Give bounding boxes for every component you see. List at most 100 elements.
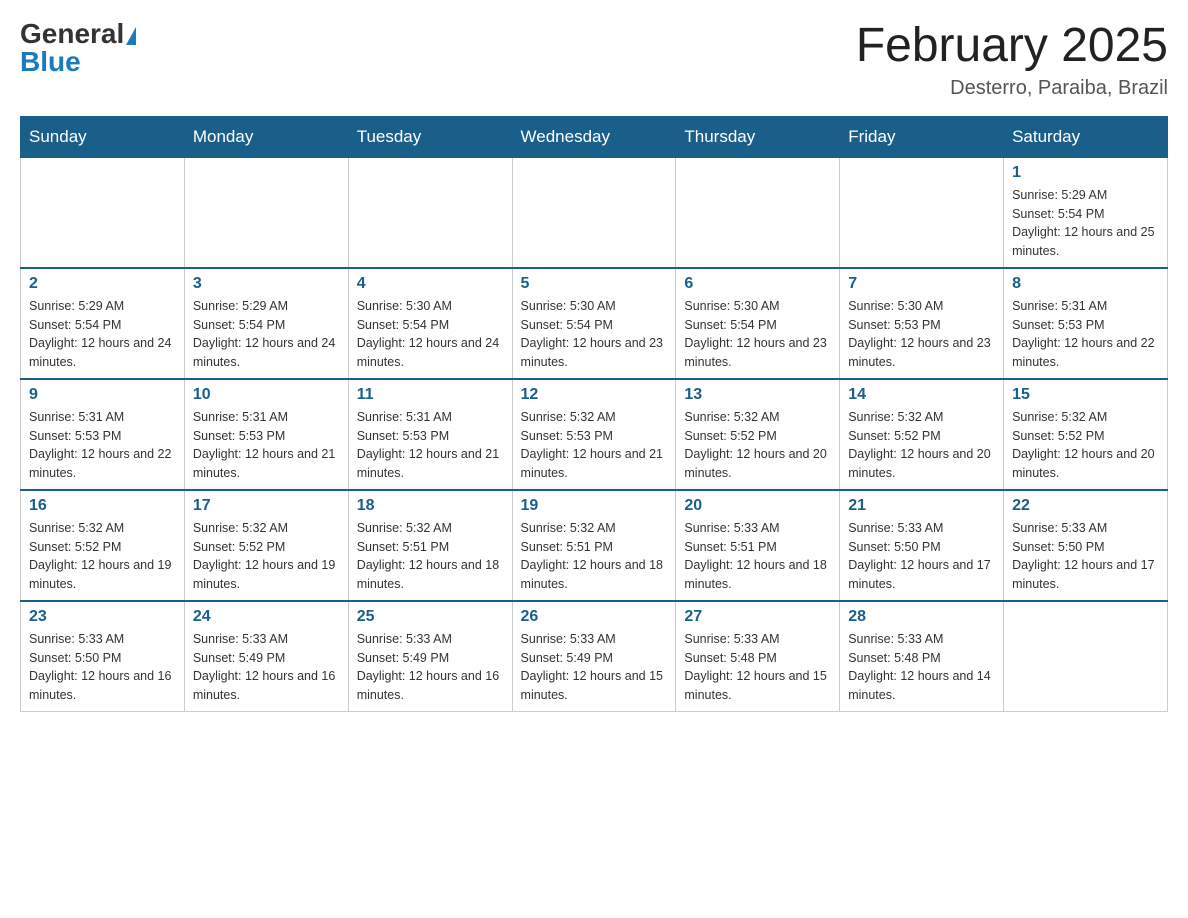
calendar-cell: 26 Sunrise: 5:33 AMSunset: 5:49 PMDayligh… [512,601,676,712]
day-info: Sunrise: 5:29 AMSunset: 5:54 PMDaylight:… [193,297,340,372]
calendar-cell: 24 Sunrise: 5:33 AMSunset: 5:49 PMDayligh… [184,601,348,712]
day-info: Sunrise: 5:33 AMSunset: 5:50 PMDaylight:… [29,630,176,705]
day-info: Sunrise: 5:32 AMSunset: 5:52 PMDaylight:… [1012,408,1159,483]
day-info: Sunrise: 5:30 AMSunset: 5:53 PMDaylight:… [848,297,995,372]
day-number: 16 [29,497,176,515]
header-day-wednesday: Wednesday [512,116,676,157]
calendar-cell: 16Sunrise: 5:32 AMSunset: 5:52 PMDayligh… [21,490,185,601]
calendar-header-row: SundayMondayTuesdayWednesdayThursdayFrid… [21,116,1168,157]
calendar-cell: 7 Sunrise: 5:30 AMSunset: 5:53 PMDaylight… [840,268,1004,379]
calendar-title: February 2025 [856,20,1168,73]
day-info: Sunrise: 5:31 AMSunset: 5:53 PMDaylight:… [193,408,340,483]
day-info: Sunrise: 5:33 AMSunset: 5:49 PMDaylight:… [193,630,340,705]
header-day-monday: Monday [184,116,348,157]
day-info: Sunrise: 5:31 AMSunset: 5:53 PMDaylight:… [1012,297,1159,372]
day-number: 18 [357,497,504,515]
calendar-week-row: 16 Sunrise: 5:32 AMSunset: 5:52 PMDayligh… [21,490,1168,601]
calendar-cell: 11 Sunrise: 5:31 AMSunset: 5:53 PMDayligh… [348,379,512,490]
day-number: 10 [193,386,340,404]
calendar-cell: 25 Sunrise: 5:33 AMSunset: 5:49 PMDayligh… [348,601,512,712]
day-number: 19 [521,497,668,515]
calendar-cell: 17 Sunrise: 5:32 AMSunset: 5:52 PMDayligh… [184,490,348,601]
day-number: 14 [848,386,995,404]
day-number: 15 [1012,386,1159,404]
calendar-cell: 6 Sunrise: 5:30 AMSunset: 5:54 PMDaylight… [676,268,840,379]
calendar-cell: 4Sunrise: 5:30 AMSunset: 5:54 PMDaylight… [348,268,512,379]
day-info: Sunrise: 5:31 AMSunset: 5:53 PMDaylight:… [357,408,504,483]
header-day-sunday: Sunday [21,116,185,157]
day-number: 28 [848,608,995,626]
day-info: Sunrise: 5:33 AMSunset: 5:51 PMDaylight:… [684,519,831,594]
day-number: 8 [1012,275,1159,293]
day-info: Sunrise: 5:33 AMSunset: 5:48 PMDaylight:… [848,630,995,705]
day-info: Sunrise: 5:33 AMSunset: 5:50 PMDaylight:… [1012,519,1159,594]
calendar-cell [21,157,185,268]
calendar-cell: 10 Sunrise: 5:31 AMSunset: 5:53 PMDayligh… [184,379,348,490]
calendar-week-row: 2 Sunrise: 5:29 AMSunset: 5:54 PMDaylight… [21,268,1168,379]
day-info: Sunrise: 5:30 AMSunset: 5:54 PMDaylight:… [684,297,831,372]
day-number: 13 [684,386,831,404]
day-info: Sunrise: 5:32 AMSunset: 5:52 PMDaylight:… [193,519,340,594]
day-number: 5 [521,275,668,293]
calendar-table: SundayMondayTuesdayWednesdayThursdayFrid… [20,116,1168,712]
day-number: 1 [1012,164,1159,182]
logo-triangle-icon [126,27,136,45]
day-number: 22 [1012,497,1159,515]
day-number: 7 [848,275,995,293]
calendar-cell [512,157,676,268]
calendar-cell [184,157,348,268]
day-number: 17 [193,497,340,515]
day-info: Sunrise: 5:32 AMSunset: 5:52 PMDaylight:… [684,408,831,483]
calendar-week-row: 9 Sunrise: 5:31 AMSunset: 5:53 PMDaylight… [21,379,1168,490]
day-number: 3 [193,275,340,293]
calendar-cell: 18 Sunrise: 5:32 AMSunset: 5:51 PMDayligh… [348,490,512,601]
day-info: Sunrise: 5:31 AMSunset: 5:53 PMDaylight:… [29,408,176,483]
day-number: 4 [357,275,504,293]
day-number: 6 [684,275,831,293]
day-info: Sunrise: 5:32 AMSunset: 5:51 PMDaylight:… [521,519,668,594]
calendar-cell: 14Sunrise: 5:32 AMSunset: 5:52 PMDayligh… [840,379,1004,490]
day-number: 25 [357,608,504,626]
calendar-cell [840,157,1004,268]
logo: General Blue [20,20,136,76]
calendar-cell [676,157,840,268]
calendar-cell: 19 Sunrise: 5:32 AMSunset: 5:51 PMDayligh… [512,490,676,601]
day-info: Sunrise: 5:33 AMSunset: 5:49 PMDaylight:… [521,630,668,705]
calendar-cell: 1 Sunrise: 5:29 AMSunset: 5:54 PMDaylight… [1004,157,1168,268]
day-info: Sunrise: 5:30 AMSunset: 5:54 PMDaylight:… [521,297,668,372]
day-number: 24 [193,608,340,626]
day-number: 12 [521,386,668,404]
calendar-cell: 15 Sunrise: 5:32 AMSunset: 5:52 PMDayligh… [1004,379,1168,490]
calendar-subtitle: Desterro, Paraiba, Brazil [856,77,1168,100]
calendar-cell: 3 Sunrise: 5:29 AMSunset: 5:54 PMDaylight… [184,268,348,379]
calendar-cell: 12Sunrise: 5:32 AMSunset: 5:53 PMDayligh… [512,379,676,490]
calendar-cell: 27Sunrise: 5:33 AMSunset: 5:48 PMDayligh… [676,601,840,712]
calendar-cell: 9 Sunrise: 5:31 AMSunset: 5:53 PMDaylight… [21,379,185,490]
header-day-saturday: Saturday [1004,116,1168,157]
day-number: 2 [29,275,176,293]
header-day-friday: Friday [840,116,1004,157]
calendar-cell: 13 Sunrise: 5:32 AMSunset: 5:52 PMDayligh… [676,379,840,490]
day-number: 23 [29,608,176,626]
calendar-cell [348,157,512,268]
logo-text: General [20,20,136,48]
calendar-cell: 22 Sunrise: 5:33 AMSunset: 5:50 PMDayligh… [1004,490,1168,601]
day-info: Sunrise: 5:33 AMSunset: 5:49 PMDaylight:… [357,630,504,705]
day-number: 9 [29,386,176,404]
calendar-cell: 2Sunrise: 5:29 AMSunset: 5:54 PMDaylight… [21,268,185,379]
day-number: 27 [684,608,831,626]
calendar-week-row: 1 Sunrise: 5:29 AMSunset: 5:54 PMDaylight… [21,157,1168,268]
calendar-week-row: 23 Sunrise: 5:33 AMSunset: 5:50 PMDayligh… [21,601,1168,712]
calendar-cell: 5 Sunrise: 5:30 AMSunset: 5:54 PMDaylight… [512,268,676,379]
day-number: 21 [848,497,995,515]
calendar-cell: 23 Sunrise: 5:33 AMSunset: 5:50 PMDayligh… [21,601,185,712]
day-info: Sunrise: 5:32 AMSunset: 5:51 PMDaylight:… [357,519,504,594]
header-day-tuesday: Tuesday [348,116,512,157]
day-number: 26 [521,608,668,626]
logo-blue-text: Blue [20,46,81,77]
day-number: 11 [357,386,504,404]
page-header: General Blue February 2025 Desterro, Par… [20,20,1168,100]
calendar-cell: 21Sunrise: 5:33 AMSunset: 5:50 PMDayligh… [840,490,1004,601]
day-info: Sunrise: 5:29 AMSunset: 5:54 PMDaylight:… [1012,186,1159,261]
header-day-thursday: Thursday [676,116,840,157]
